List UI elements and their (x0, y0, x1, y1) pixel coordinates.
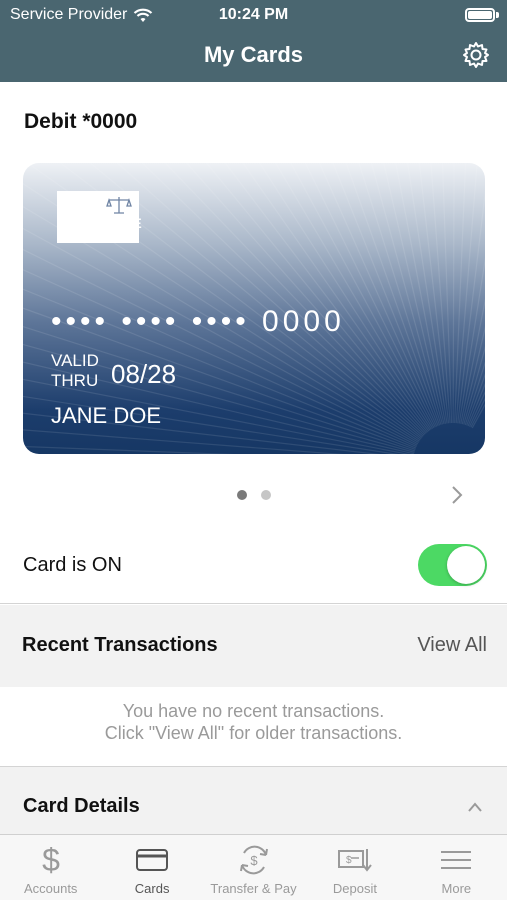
card-details-section[interactable]: Card Details (0, 766, 507, 836)
carousel-dot[interactable] (236, 490, 247, 500)
carousel-dots (0, 490, 507, 500)
dollar-icon: $ (33, 843, 69, 877)
status-bar: Service Provider 10:24 PM (0, 0, 507, 30)
tab-transfer-pay[interactable]: $ Transfer & Pay (203, 835, 304, 900)
tab-deposit[interactable]: $ Deposit (304, 835, 405, 900)
tab-label: Deposit (332, 881, 377, 896)
status-time: 10:24 PM (218, 6, 289, 23)
chevron-right-icon[interactable] (449, 484, 465, 506)
card-ray (466, 373, 485, 426)
transfer-icon: $ (236, 843, 272, 877)
check-deposit-icon: $ (337, 843, 373, 877)
card-ray (430, 163, 451, 424)
valid-thru-label: VALID THRU (51, 351, 99, 390)
battery-tip (496, 12, 499, 18)
carousel-dot[interactable] (260, 490, 271, 500)
scales-icon (106, 197, 132, 214)
svg-text:$: $ (250, 853, 258, 868)
empty-line-2: Click "View All" for older transactions. (104, 723, 403, 743)
tab-cards[interactable]: Cards (101, 835, 202, 900)
card-toggle-row: Card is ON (0, 534, 507, 604)
toggle-knob (447, 546, 485, 584)
tab-accounts[interactable]: $ Accounts (0, 835, 101, 900)
card-ray (452, 163, 455, 424)
app-header: Service Provider 10:24 PM My Cards (0, 0, 507, 82)
card-expiry: 08/28 (111, 359, 177, 389)
tab-more[interactable]: More (406, 835, 507, 900)
empty-line-1: You have no recent transactions. (122, 701, 385, 721)
card-ray (332, 163, 439, 427)
card-ray (345, 163, 441, 426)
tab-label: Transfer & Pay (210, 881, 297, 896)
recent-transactions-header: Recent Transactions View All (0, 605, 507, 687)
menu-icon (438, 843, 474, 877)
tab-bar: $ Accounts Cards $ Transfer & Pay $ Depo… (0, 834, 507, 900)
card-on-toggle[interactable] (418, 544, 487, 586)
empty-transactions-message: You have no recent transactions. Click "… (0, 700, 507, 744)
page-title: My Cards (203, 42, 304, 67)
card-details-title: Card Details (23, 795, 140, 817)
card-number: •••• •••• •••• 0000 (51, 305, 345, 338)
gear-icon[interactable] (461, 40, 491, 70)
card-title: Debit *0000 (24, 110, 138, 133)
svg-text:$: $ (42, 843, 60, 877)
tab-label: More (441, 881, 472, 896)
recent-transactions-title: Recent Transactions (22, 634, 218, 656)
battery-icon (465, 8, 495, 22)
card-holder-name: JANE DOE (51, 403, 162, 428)
card-toggle-label: Card is ON (23, 554, 122, 576)
card-ray (318, 163, 438, 427)
tab-label: Cards (134, 881, 170, 896)
debit-card[interactable]: THE EQUITABLE BANK •••• •••• •••• 0000 V… (23, 163, 485, 454)
chevron-up-icon[interactable] (467, 801, 483, 813)
view-all-link[interactable]: View All (417, 634, 487, 657)
card-icon (134, 843, 170, 877)
svg-text:$: $ (346, 855, 352, 866)
logo-text-bottom: BANK (115, 235, 132, 241)
logo-text-main: EQUITABLE (57, 215, 143, 231)
tab-label: Accounts (23, 881, 78, 896)
